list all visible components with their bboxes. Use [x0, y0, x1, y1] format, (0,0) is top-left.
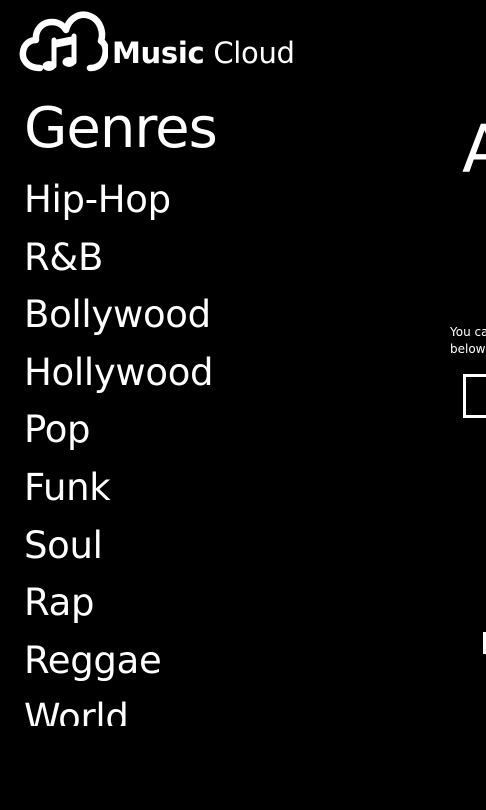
- app-title: Music Cloud: [112, 35, 295, 71]
- next-section-panel[interactable]: A You ca below: [450, 0, 486, 810]
- next-section-text-line2: below: [450, 342, 486, 356]
- genre-list: Hip-Hop R&B Bollywood Hollywood Pop Funk…: [24, 176, 214, 726]
- genre-item-funk[interactable]: Funk: [24, 464, 213, 522]
- genre-item-hip-hop[interactable]: Hip-Hop: [24, 176, 213, 234]
- genre-item-bollywood[interactable]: Bollywood: [24, 291, 213, 349]
- genre-item-rap[interactable]: Rap: [24, 579, 213, 637]
- genre-item-r-and-b[interactable]: R&B: [24, 234, 213, 292]
- genre-item-world[interactable]: World: [24, 694, 213, 726]
- next-section-title: A: [462, 111, 486, 188]
- next-section-text-line1: You ca: [450, 325, 486, 339]
- app-header: Music Cloud: [18, 8, 298, 78]
- genre-item-pop[interactable]: Pop: [24, 406, 213, 464]
- genre-item-reggae[interactable]: Reggae: [24, 637, 213, 695]
- app-title-light: Cloud: [204, 36, 295, 70]
- cloud-music-note-icon: [19, 11, 108, 72]
- genre-item-hollywood[interactable]: Hollywood: [24, 349, 214, 407]
- genres-heading: Genres: [24, 96, 218, 161]
- genres-panel: Genres Hip-Hop R&B Bollywood Hollywood P…: [24, 96, 324, 726]
- next-section-text: You ca below: [450, 324, 486, 358]
- next-section-input-box[interactable]: [463, 374, 486, 418]
- app-title-bold: Music: [112, 36, 205, 70]
- genre-item-soul[interactable]: Soul: [24, 522, 213, 580]
